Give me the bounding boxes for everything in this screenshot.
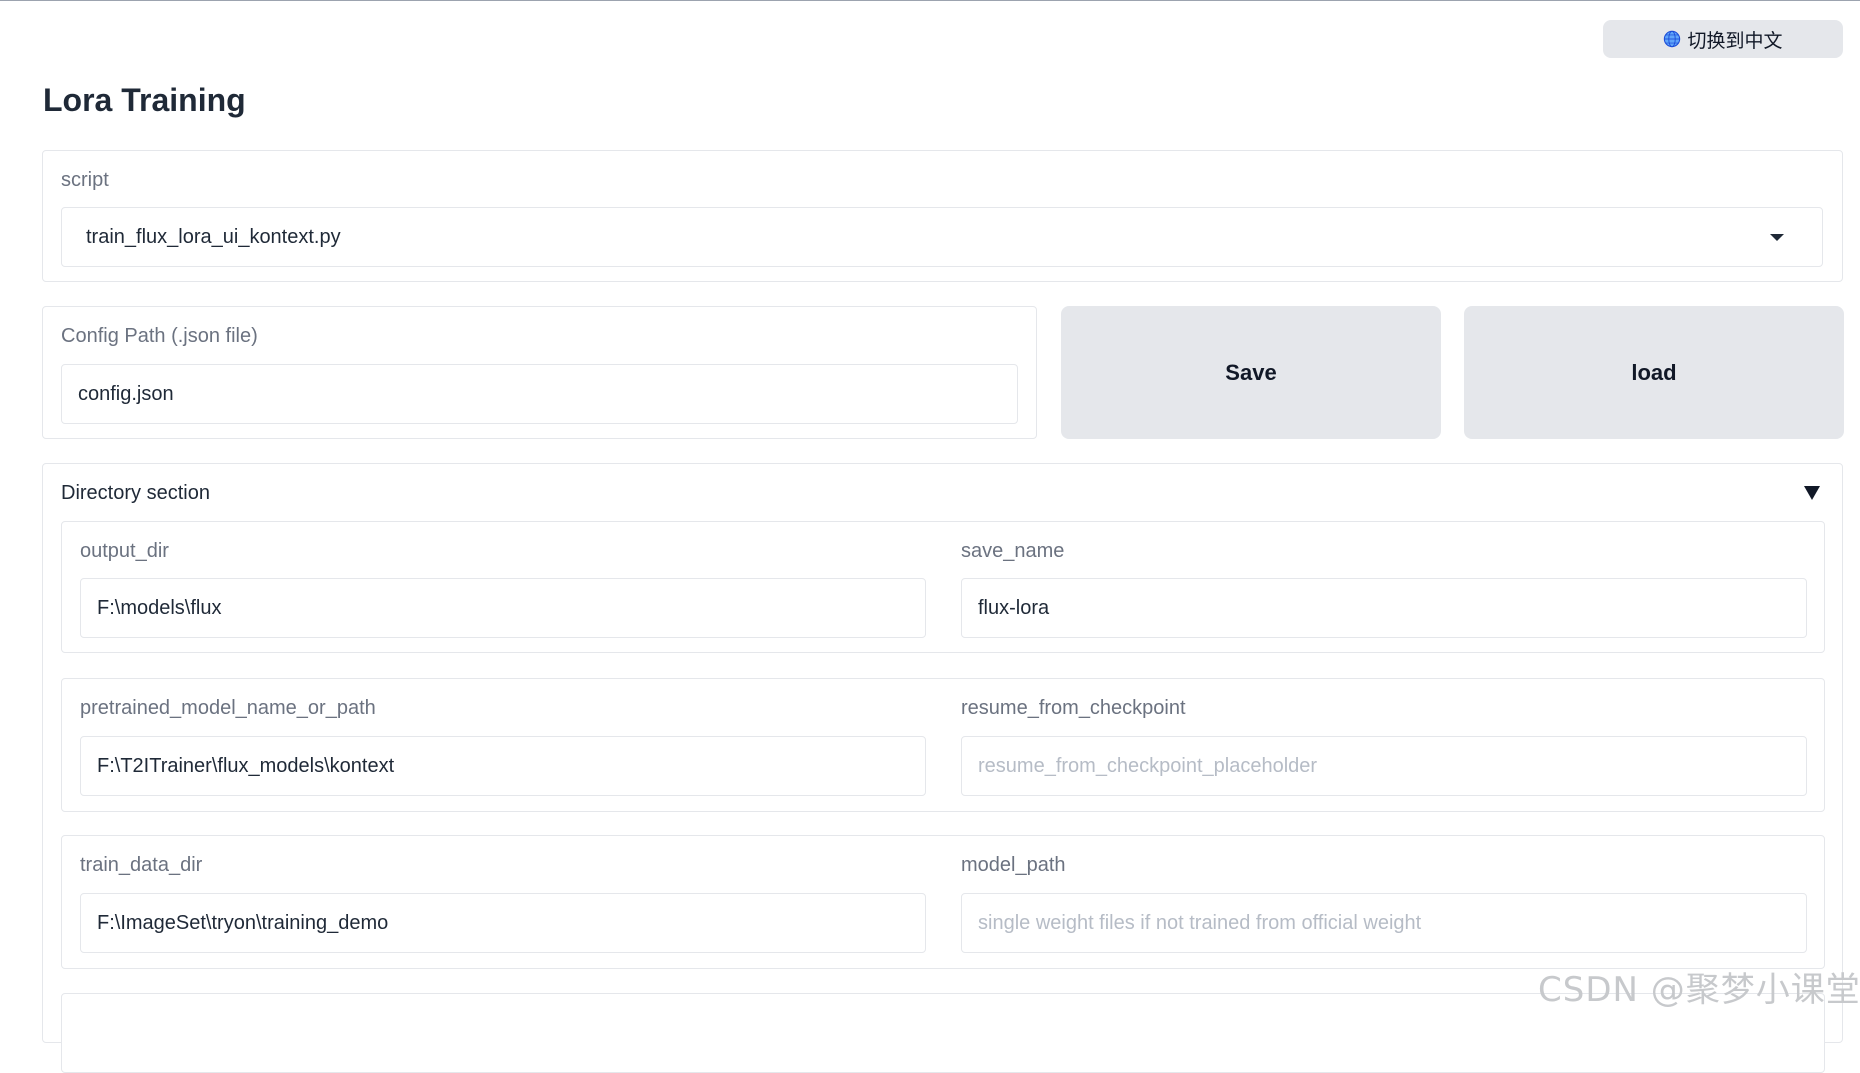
save-name-input[interactable] <box>961 578 1807 638</box>
resume-from-checkpoint-input[interactable] <box>961 736 1807 796</box>
script-dropdown[interactable]: train_flux_lora_ui_kontext.py <box>61 207 1823 267</box>
directory-row-2: pretrained_model_name_or_path resume_fro… <box>61 678 1825 812</box>
language-toggle-label: 切换到中文 <box>1687 30 1783 52</box>
pretrained-model-label: pretrained_model_name_or_path <box>80 697 376 719</box>
directory-section: Directory section output_dir save_name p… <box>42 463 1843 1073</box>
top-divider <box>0 0 1860 1</box>
config-panel: Config Path (.json file) <box>42 306 1037 439</box>
save-name-label: save_name <box>961 540 1065 562</box>
directory-row-1: output_dir save_name <box>61 521 1825 653</box>
output-dir-label: output_dir <box>80 540 169 562</box>
train-data-dir-input[interactable] <box>80 893 926 953</box>
csdn-watermark: CSDN @聚梦小课堂 <box>1538 970 1860 1010</box>
chevron-down-icon <box>1770 234 1784 241</box>
save-button[interactable]: Save <box>1061 306 1441 439</box>
pretrained-model-input[interactable] <box>80 736 926 796</box>
output-dir-input[interactable] <box>80 578 926 638</box>
load-button[interactable]: load <box>1464 306 1844 439</box>
directory-section-title: Directory section <box>61 482 210 504</box>
config-path-input[interactable] <box>61 364 1018 424</box>
resume-from-checkpoint-label: resume_from_checkpoint <box>961 697 1186 719</box>
script-dropdown-value: train_flux_lora_ui_kontext.py <box>86 225 341 248</box>
model-path-input[interactable] <box>961 893 1807 953</box>
globe-icon <box>1664 30 1681 48</box>
directory-row-3: train_data_dir model_path <box>61 835 1825 969</box>
model-path-label: model_path <box>961 854 1066 876</box>
script-label: script <box>61 169 109 191</box>
language-toggle-button[interactable]: 切换到中文 <box>1603 20 1843 58</box>
train-data-dir-label: train_data_dir <box>80 854 203 876</box>
script-panel: script train_flux_lora_ui_kontext.py <box>42 150 1843 282</box>
config-label: Config Path (.json file) <box>61 325 258 347</box>
page-title: Lora Training <box>43 82 246 118</box>
collapse-triangle-icon[interactable] <box>1804 486 1820 500</box>
